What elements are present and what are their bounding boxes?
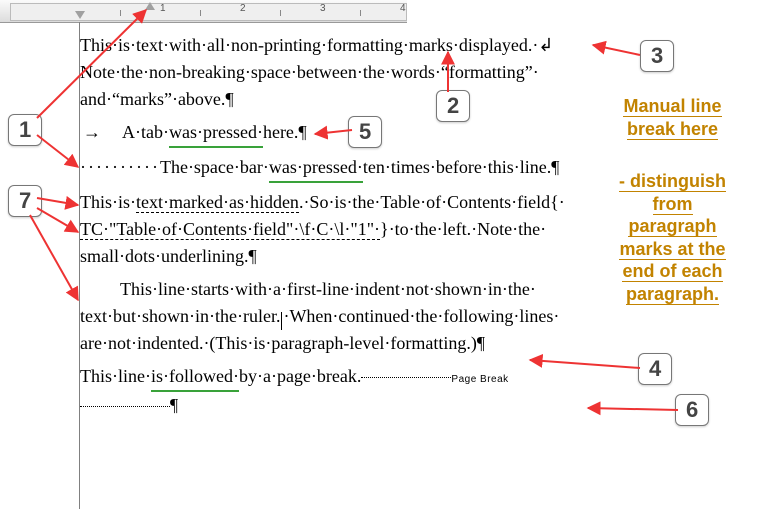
pilcrow-icon xyxy=(298,122,306,142)
callout-2: 2 xyxy=(436,90,470,122)
anno-text: from xyxy=(653,194,693,215)
text: This·is· xyxy=(80,192,136,212)
callout-3: 3 xyxy=(640,40,674,72)
pilcrow-icon xyxy=(477,333,485,353)
paragraph-5-firstline-indent: This·line·starts·with·a·first-line·inden… xyxy=(80,276,590,357)
ruler-number-1: 1 xyxy=(160,3,166,14)
anno-text: break here xyxy=(627,119,718,140)
tab-arrow-icon: → xyxy=(80,119,104,146)
annotation-note-manual-line-break: Manual line break here xyxy=(615,95,730,140)
text: ·to·the·left.·Note·the· xyxy=(389,219,546,239)
ruler[interactable]: 1 2 3 4 xyxy=(0,0,407,23)
text: are·not·indented.·(This·is·paragraph-lev… xyxy=(80,333,477,353)
grammar-underline: is·followed· xyxy=(151,363,239,392)
hidden-text: text·marked·as·hidden xyxy=(136,192,299,213)
text: This·line· xyxy=(80,366,151,386)
annotation-note-distinguish: - distinguish from paragraph marks at th… xyxy=(615,170,730,305)
text: The·space·bar· xyxy=(160,157,269,177)
text: .·So·is·the·Table·of·Contents·field xyxy=(299,192,550,212)
document-body[interactable]: This·is·text·with·all·non-printing·forma… xyxy=(80,32,590,425)
anno-text: paragraph xyxy=(628,216,716,237)
paragraph-3-spaces: ··········The·space·bar·was·pressed·ten·… xyxy=(80,154,590,183)
paragraph-4-hidden: This·is·text·marked·as·hidden.·So·is·the… xyxy=(80,189,590,270)
paragraph-1: This·is·text·with·all·non-printing·forma… xyxy=(80,32,590,113)
paragraph-2-tab: → A·tab·was·pressed·here. xyxy=(80,119,590,148)
ruler-tick xyxy=(120,10,121,16)
text: ·When·continued·the·following·lines· xyxy=(283,306,559,326)
field-brace-close-icon: } xyxy=(380,219,389,239)
text: Note·the·non-breaking·space·between·the·… xyxy=(80,62,539,82)
pilcrow-icon xyxy=(248,246,256,266)
pilcrow-icon xyxy=(225,89,233,109)
grammar-underline: was·pressed· xyxy=(169,119,263,148)
ruler-number-3: 3 xyxy=(320,3,326,14)
pilcrow-icon xyxy=(551,157,559,177)
manual-line-break-icon: ↲ xyxy=(538,35,553,55)
stage: { "ruler": { "numbers": ["1","2","3","4"… xyxy=(0,0,760,509)
text: and·“marks”·above. xyxy=(80,89,225,109)
callout-1: 1 xyxy=(8,114,42,146)
anno-text: - distinguish xyxy=(619,171,726,192)
callout-4: 4 xyxy=(638,353,672,385)
anno-text: Manual line xyxy=(623,96,721,117)
ruler-tick xyxy=(280,10,281,16)
hidden-text: TC·"Table·of·Contents·field"·\f·C·\l·"1"… xyxy=(80,219,380,240)
ruler-number-2: 2 xyxy=(240,3,246,14)
pilcrow-icon xyxy=(170,395,178,415)
hanging-indent-marker-icon[interactable] xyxy=(75,11,85,19)
text: ten·times·before·this·line. xyxy=(363,157,551,177)
field-brace-open-icon: {· xyxy=(550,192,565,212)
paragraph-6-pagebreak: This·line·is·followed·by·a·page·break. Pa… xyxy=(80,363,590,419)
ruler-tick xyxy=(200,10,201,16)
callout-5: 5 xyxy=(348,116,382,148)
page-break-line xyxy=(80,406,170,407)
leading-spaces: ·········· xyxy=(80,157,160,177)
text: by·a·page·break. xyxy=(239,366,361,386)
text: This·line·starts·with·a·first-line·inden… xyxy=(120,279,536,299)
page-break-line xyxy=(361,377,451,378)
callout-6: 6 xyxy=(675,394,709,426)
anno-text: end of each xyxy=(622,261,722,282)
callout-7: 7 xyxy=(8,185,42,217)
ruler-track xyxy=(10,3,407,21)
text: here. xyxy=(263,122,298,142)
page-break-label: Page Break xyxy=(451,374,508,385)
text: A·tab· xyxy=(122,122,169,142)
ruler-number-4: 4 xyxy=(400,3,406,14)
first-line-indent-marker-icon[interactable] xyxy=(145,2,155,10)
text: small·dots·underlining. xyxy=(80,246,248,266)
anno-text: paragraph. xyxy=(626,284,719,305)
text: This·is·text·with·all·non-printing·forma… xyxy=(80,35,538,55)
anno-text: marks at the xyxy=(619,239,725,260)
text: text·but·shown·in·the·ruler. xyxy=(80,306,280,326)
ruler-tick xyxy=(360,10,361,16)
grammar-underline: was·pressed· xyxy=(269,154,363,183)
